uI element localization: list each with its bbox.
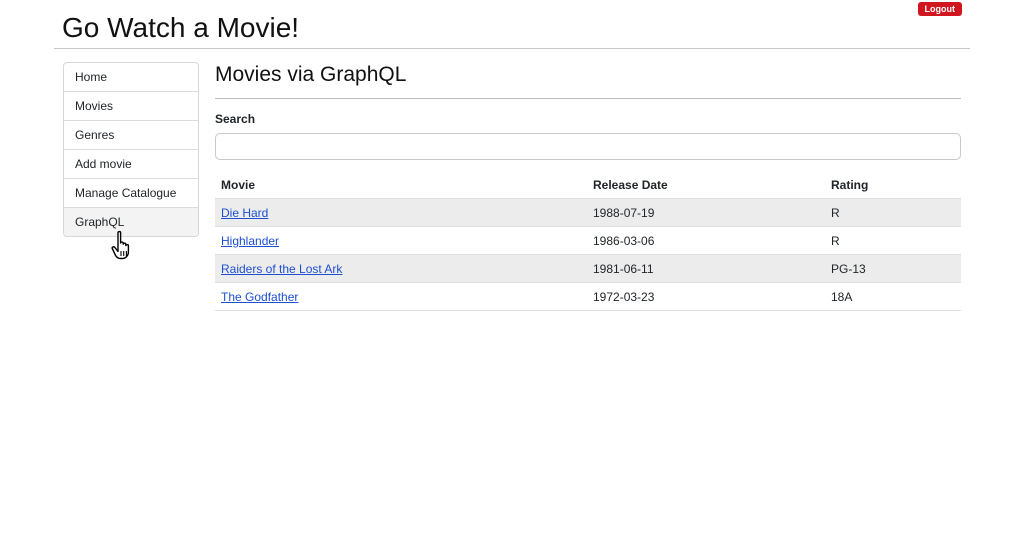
sidebar-item-genres[interactable]: Genres	[64, 121, 198, 150]
movie-cell: The Godfather	[215, 282, 587, 311]
table-row: Highlander 1986-03-06 R	[215, 226, 961, 255]
search-label: Search	[215, 112, 256, 126]
logout-button[interactable]: Logout	[917, 2, 962, 16]
release-date-cell: 1988-07-19	[587, 198, 825, 227]
rating-cell: R	[825, 198, 961, 227]
rating-cell: 18A	[825, 282, 961, 311]
rating-cell: PG-13	[825, 254, 961, 283]
movie-link[interactable]: Highlander	[221, 234, 279, 248]
rating-cell: R	[825, 226, 961, 255]
column-header-movie: Movie	[215, 171, 587, 199]
table-row: Die Hard 1988-07-19 R	[215, 198, 961, 227]
column-header-rating: Rating	[825, 171, 961, 199]
movie-link[interactable]: Die Hard	[221, 206, 268, 220]
movie-link[interactable]: The Godfather	[221, 290, 298, 304]
page-header: Go Watch a Movie! Logout	[54, 0, 970, 49]
sidebar-item-manage-catalogue[interactable]: Manage Catalogue	[64, 179, 198, 208]
release-date-cell: 1981-06-11	[587, 254, 825, 283]
table-header-row: Movie Release Date Rating	[215, 171, 961, 199]
page-container: Go Watch a Movie! Logout Home Movies Gen…	[54, 0, 970, 311]
sidebar-nav: Home Movies Genres Add movie Manage Cata…	[63, 62, 199, 237]
table-row: Raiders of the Lost Ark 1981-06-11 PG-13	[215, 254, 961, 283]
movies-table: Movie Release Date Rating Die Hard 1988-…	[215, 171, 961, 311]
sidebar-item-home[interactable]: Home	[64, 63, 198, 92]
main-content: Movies via GraphQL Search Movie Release …	[215, 62, 961, 311]
release-date-cell: 1986-03-06	[587, 226, 825, 255]
movie-link[interactable]: Raiders of the Lost Ark	[221, 262, 342, 276]
column-header-release-date: Release Date	[587, 171, 825, 199]
movie-cell: Raiders of the Lost Ark	[215, 254, 587, 283]
sidebar-item-add-movie[interactable]: Add movie	[64, 150, 198, 179]
hand-pointer-icon	[111, 230, 130, 260]
table-row: The Godfather 1972-03-23 18A	[215, 282, 961, 311]
movie-cell: Die Hard	[215, 198, 587, 227]
movie-cell: Highlander	[215, 226, 587, 255]
release-date-cell: 1972-03-23	[587, 282, 825, 311]
app-title: Go Watch a Movie!	[62, 12, 300, 43]
title-divider	[215, 98, 961, 99]
page-title: Movies via GraphQL	[215, 63, 407, 86]
search-input[interactable]	[215, 133, 961, 160]
sidebar-item-movies[interactable]: Movies	[64, 92, 198, 121]
